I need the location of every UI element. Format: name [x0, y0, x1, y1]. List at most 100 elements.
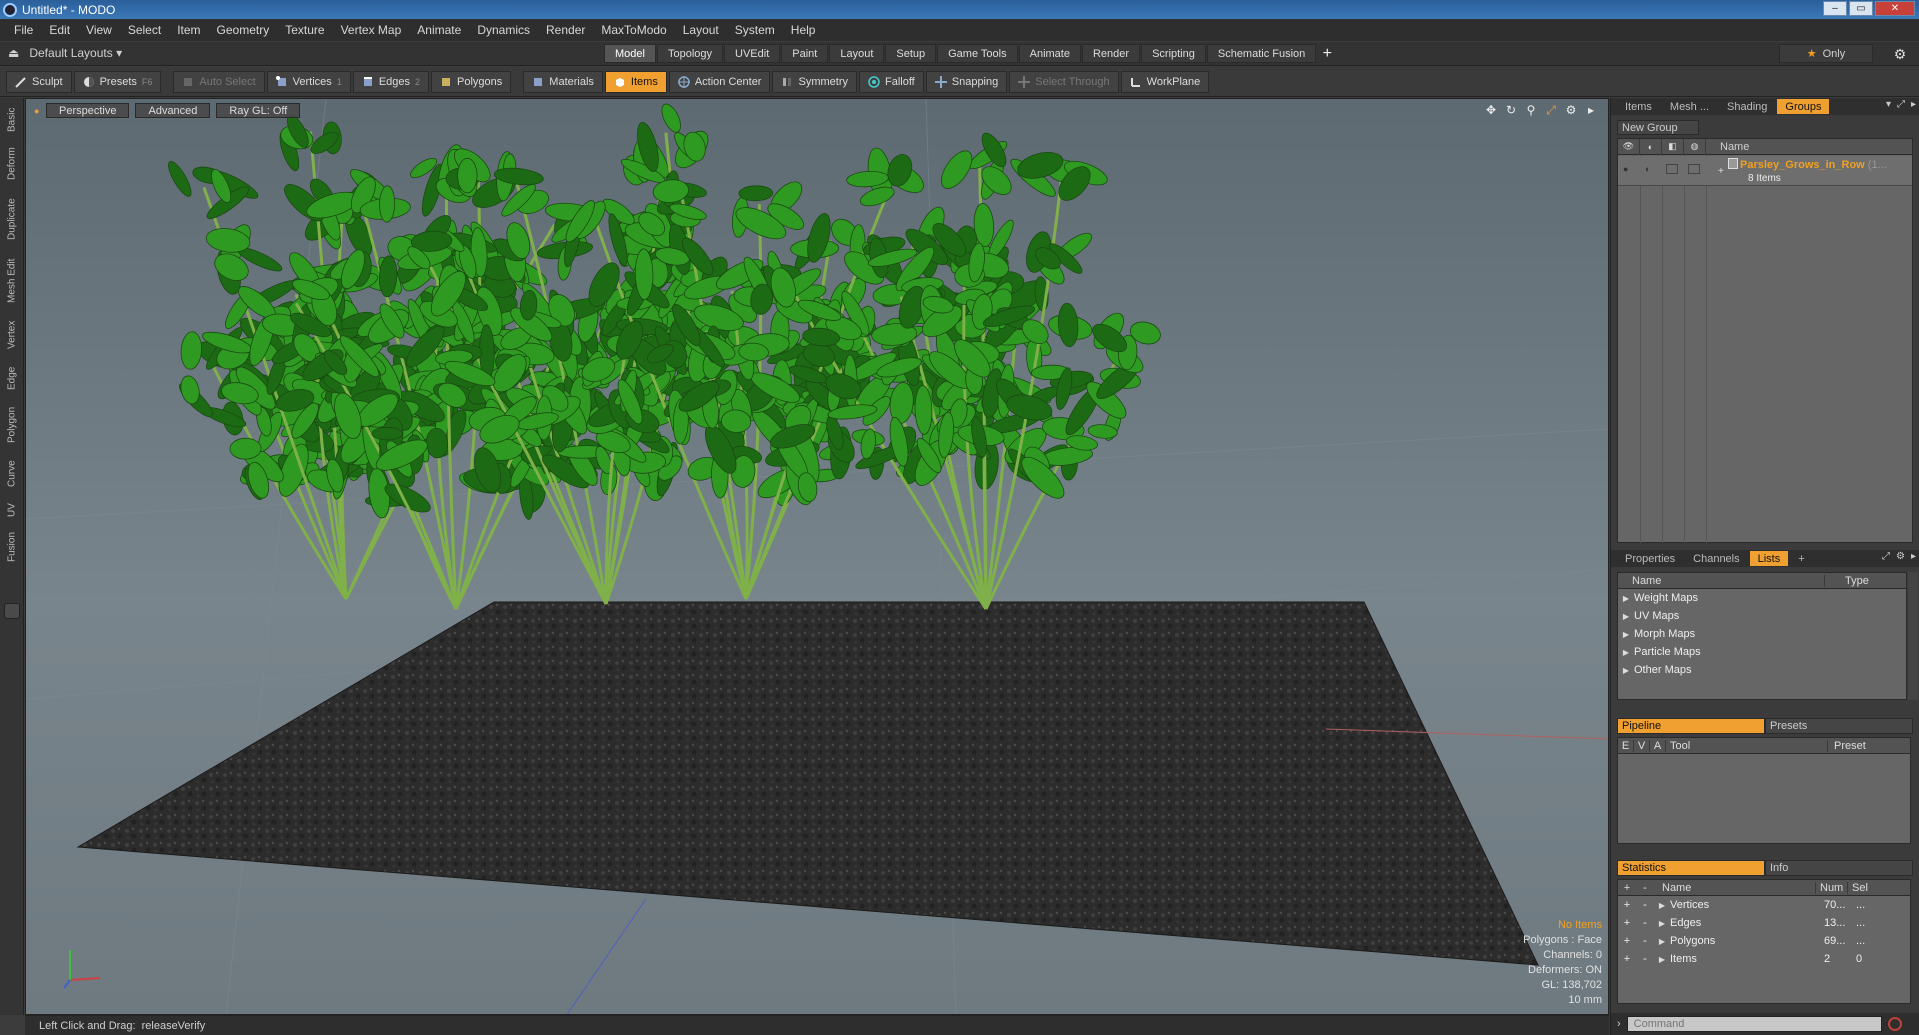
add-icon[interactable]: +	[1618, 917, 1636, 929]
lock-col-icon[interactable]: ◧	[1662, 138, 1684, 155]
tab-lists[interactable]: Lists	[1749, 551, 1789, 566]
tab-layout[interactable]: Layout	[829, 44, 885, 63]
remove-icon[interactable]: -	[1636, 953, 1654, 965]
tab-statistics[interactable]: Statistics	[1617, 860, 1765, 876]
remove-stat-icon[interactable]: -	[1636, 882, 1654, 894]
close-button[interactable]: ✕	[1875, 1, 1915, 16]
lists-scrollbar[interactable]	[1908, 572, 1918, 700]
menu-layout[interactable]: Layout	[675, 23, 727, 37]
table-row[interactable]: + - ▶ Polygons 69... ...	[1618, 932, 1910, 950]
menu-render[interactable]: Render	[538, 23, 593, 37]
sculpt-button[interactable]: Sculpt	[6, 70, 72, 93]
list-item[interactable]: ▶ UV Maps	[1618, 607, 1906, 625]
lock-checkbox[interactable]	[1666, 164, 1678, 174]
tab-duplicate[interactable]: Duplicate	[2, 190, 22, 248]
add-tab-button[interactable]: +	[1317, 44, 1337, 63]
add-icon[interactable]: +	[1618, 899, 1636, 911]
expand-icon[interactable]: ⤢	[1882, 551, 1890, 562]
tab-pipeline[interactable]: Pipeline	[1617, 718, 1765, 734]
view-mode-button[interactable]: Perspective	[46, 103, 130, 118]
tab-edge[interactable]: Edge	[2, 360, 22, 396]
tab-setup[interactable]: Setup	[885, 44, 937, 63]
pan-icon[interactable]: ✥	[1484, 103, 1498, 117]
visibility-col-icon[interactable]: 👁	[1618, 138, 1640, 155]
panel-menu-icon[interactable]: ▸	[1911, 551, 1916, 562]
polygons-button[interactable]: Polygons	[431, 70, 512, 93]
tab-schematic-fusion[interactable]: Schematic Fusion	[1206, 44, 1317, 63]
tab-scripting[interactable]: Scripting	[1141, 44, 1206, 63]
tab-mesh[interactable]: Mesh ...	[1662, 99, 1717, 114]
expand-arrow-icon[interactable]: ▶	[1618, 648, 1634, 657]
expand-group-icon[interactable]: +	[1718, 166, 1724, 177]
snapping-button[interactable]: Snapping	[925, 70, 1008, 93]
tab-game-tools[interactable]: Game Tools	[937, 44, 1018, 63]
expand-arrow-icon[interactable]: ▶	[1654, 901, 1670, 910]
tab-channels[interactable]: Channels	[1685, 551, 1747, 566]
list-item[interactable]: ▶ Morph Maps	[1618, 625, 1906, 643]
rotate-icon[interactable]: ↻	[1504, 103, 1518, 117]
edges-button[interactable]: Edges 2	[352, 70, 430, 93]
select-checkbox[interactable]	[1688, 164, 1700, 174]
list-item[interactable]: ▶ Weight Maps	[1618, 589, 1906, 607]
falloff-button[interactable]: Falloff	[858, 70, 924, 93]
tab-topology[interactable]: Topology	[656, 44, 724, 63]
menu-edit[interactable]: Edit	[41, 23, 78, 37]
menu-texture[interactable]: Texture	[277, 23, 332, 37]
fit-icon[interactable]: ⤢	[1544, 103, 1558, 117]
add-icon[interactable]: +	[1618, 935, 1636, 947]
tab-mesh-edit[interactable]: Mesh Edit	[2, 252, 22, 310]
menu-file[interactable]: File	[6, 23, 41, 37]
tab-polygon[interactable]: Polygon	[2, 400, 22, 450]
menu-system[interactable]: System	[727, 23, 783, 37]
tab-properties[interactable]: Properties	[1617, 551, 1683, 566]
3d-viewport[interactable]: ● Perspective Advanced Ray GL: Off ✥ ↻ ⚲…	[25, 98, 1609, 1015]
menu-view[interactable]: View	[78, 23, 120, 37]
vertices-button[interactable]: Vertices 1	[266, 70, 351, 93]
render-toggle-icon[interactable]: ◐	[1645, 164, 1650, 174]
expand-icon[interactable]: ⤢	[1897, 99, 1905, 110]
command-input[interactable]	[1626, 1016, 1882, 1032]
auto-select-button[interactable]: Auto Select	[173, 70, 265, 93]
tab-presets[interactable]: Presets	[1765, 718, 1913, 734]
tab-basic[interactable]: Basic	[2, 102, 22, 138]
tab-shading[interactable]: Shading	[1719, 99, 1775, 114]
expand-arrow-icon[interactable]: ▶	[1654, 937, 1670, 946]
gear-icon[interactable]: ⚙	[1891, 45, 1909, 63]
select-through-button[interactable]: Select Through	[1009, 70, 1119, 93]
zoom-icon[interactable]: ⚲	[1524, 103, 1538, 117]
dropdown-icon[interactable]: ▾	[1886, 99, 1891, 110]
layout-menu-icon[interactable]: ⏏	[8, 46, 19, 60]
tab-render[interactable]: Render	[1081, 44, 1141, 63]
menu-geometry[interactable]: Geometry	[209, 23, 278, 37]
visibility-eye-icon[interactable]: ●	[1623, 164, 1628, 174]
tab-items[interactable]: Items	[1617, 99, 1660, 114]
viewport-menu-icon[interactable]: ●	[34, 103, 40, 118]
remove-icon[interactable]: -	[1636, 935, 1654, 947]
tab-uv[interactable]: UV	[2, 498, 22, 522]
settings-icon[interactable]: ⚙	[1896, 551, 1905, 562]
raygl-button[interactable]: Ray GL: Off	[216, 103, 301, 118]
expand-arrow-icon[interactable]: ▶	[1654, 955, 1670, 964]
render-col-icon[interactable]: ◐	[1640, 138, 1662, 155]
workplane-button[interactable]: WorkPlane	[1120, 70, 1210, 93]
maximize-button[interactable]: ▭	[1849, 1, 1873, 16]
expand-arrow-icon[interactable]: ▶	[1618, 612, 1634, 621]
table-row[interactable]: + - ▶ Vertices 70... ...	[1618, 896, 1910, 914]
command-history-icon[interactable]: ›	[1617, 1018, 1621, 1030]
tab-info[interactable]: Info	[1765, 860, 1913, 876]
tab-curve[interactable]: Curve	[2, 454, 22, 494]
menu-maxtomodo[interactable]: MaxToModo	[593, 23, 674, 37]
expand-arrow-icon[interactable]: ▶	[1618, 666, 1634, 675]
new-group-button[interactable]: New Group	[1617, 120, 1699, 135]
menu-item[interactable]: Item	[169, 23, 208, 37]
menu-select[interactable]: Select	[120, 23, 169, 37]
left-panel-toggle[interactable]	[4, 603, 20, 619]
symmetry-button[interactable]: Symmetry	[772, 70, 857, 93]
tab-paint[interactable]: Paint	[781, 44, 829, 63]
add-stat-icon[interactable]: +	[1618, 882, 1636, 894]
tab-deform[interactable]: Deform	[2, 142, 22, 186]
list-item[interactable]: ▶ Other Maps	[1618, 661, 1906, 679]
tab-fusion[interactable]: Fusion	[2, 526, 22, 568]
tab-animate[interactable]: Animate	[1018, 44, 1081, 63]
shading-mode-button[interactable]: Advanced	[135, 103, 211, 118]
